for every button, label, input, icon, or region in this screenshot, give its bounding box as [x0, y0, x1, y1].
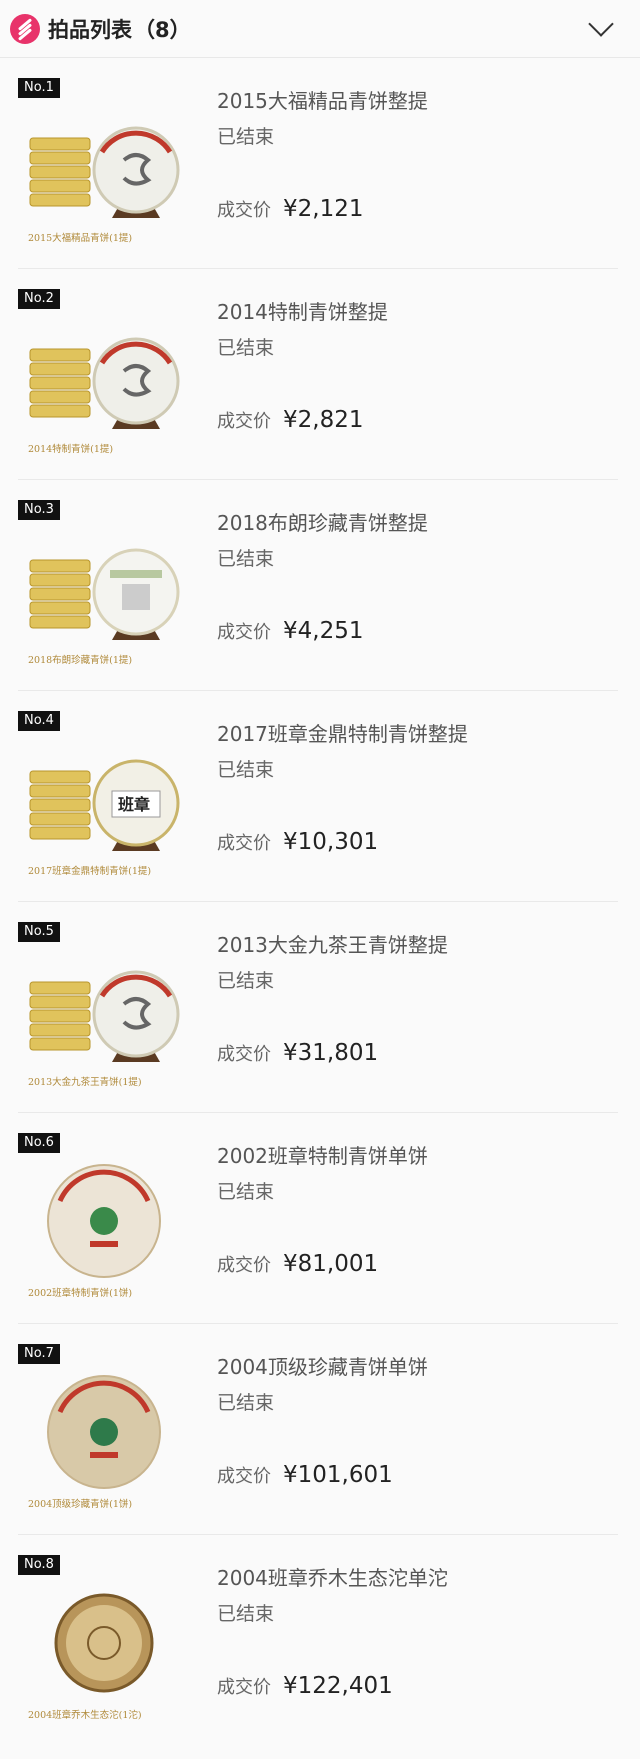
- lot-info: 2004顶级珍藏青饼单饼 已结束 成交价 ¥101,601: [193, 1344, 618, 1534]
- image-caption: 2015大福精品青饼(1提): [28, 233, 133, 244]
- deal-price: ¥31,801: [283, 1040, 379, 1066]
- price-row: 成交价 ¥10,301: [217, 829, 618, 855]
- lot-name[interactable]: 2014特制青饼整提: [217, 299, 618, 325]
- lot-item[interactable]: No.5 2013大金九茶王青饼(1提) 2013大金九茶王青饼整提 已结束 成…: [18, 902, 618, 1113]
- lot-name[interactable]: 2004顶级珍藏青饼单饼: [217, 1354, 618, 1380]
- lot-number-badge: No.5: [18, 922, 60, 942]
- lot-number-badge: No.7: [18, 1344, 60, 1364]
- lot-status: 已结束: [217, 126, 275, 148]
- lot-item[interactable]: No.4 班章 2017班章金鼎特制青饼(1提) 2017班章金鼎特制青饼整提 …: [18, 691, 618, 902]
- price-row: 成交价 ¥2,821: [217, 407, 618, 433]
- lot-name[interactable]: 2002班章特制青饼单饼: [217, 1143, 618, 1169]
- price-label: 成交价: [217, 200, 271, 221]
- lot-thumbnail[interactable]: No.5 2013大金九茶王青饼(1提): [18, 922, 193, 1092]
- lot-status: 已结束: [217, 1392, 275, 1414]
- lot-thumbnail[interactable]: No.7 2004顶级珍藏青饼(1饼): [18, 1344, 193, 1514]
- chevron-down-icon[interactable]: [588, 10, 614, 37]
- lot-item[interactable]: No.1 2015大福精品青饼(1提) 2015大福精品青饼整提 已结束 成交价…: [18, 58, 618, 269]
- lot-item[interactable]: No.7 2004顶级珍藏青饼(1饼) 2004顶级珍藏青饼单饼 已结束 成交价…: [18, 1324, 618, 1535]
- deal-price: ¥10,301: [283, 829, 379, 855]
- page-title-text: 拍品列表: [48, 17, 132, 42]
- image-caption: 2013大金九茶王青饼(1提): [28, 1077, 142, 1088]
- price-row: 成交价 ¥122,401: [217, 1673, 618, 1699]
- lot-info: 2002班章特制青饼单饼 已结束 成交价 ¥81,001: [193, 1133, 618, 1323]
- lot-name[interactable]: 2017班章金鼎特制青饼整提: [217, 721, 618, 747]
- lot-info: 2013大金九茶王青饼整提 已结束 成交价 ¥31,801: [193, 922, 618, 1112]
- price-row: 成交价 ¥2,121: [217, 196, 618, 222]
- lot-thumbnail[interactable]: No.8 2004班章乔木生态沱(1沱): [18, 1555, 193, 1725]
- lot-item[interactable]: No.2 2014特制青饼(1提) 2014特制青饼整提 已结束 成交价 ¥2,…: [18, 269, 618, 480]
- price-row: 成交价 ¥31,801: [217, 1040, 618, 1066]
- deal-price: ¥2,121: [283, 196, 364, 222]
- lot-info: 2017班章金鼎特制青饼整提 已结束 成交价 ¥10,301: [193, 711, 618, 901]
- image-caption: 2014特制青饼(1提): [28, 444, 114, 455]
- lot-item[interactable]: No.6 2002班章特制青饼(1饼) 2002班章特制青饼单饼 已结束 成交价…: [18, 1113, 618, 1324]
- image-caption: 2018布朗珍藏青饼(1提): [28, 655, 133, 666]
- price-label: 成交价: [217, 1255, 271, 1276]
- image-caption: 2002班章特制青饼(1饼): [28, 1288, 133, 1299]
- lot-info: 2004班章乔木生态沱单沱 已结束 成交价 ¥122,401: [193, 1555, 618, 1746]
- price-row: 成交价 ¥81,001: [217, 1251, 618, 1277]
- page-title: 拍品列表 （8）: [48, 14, 191, 44]
- lot-name[interactable]: 2004班章乔木生态沱单沱: [217, 1565, 618, 1591]
- lot-thumbnail[interactable]: No.2 2014特制青饼(1提): [18, 289, 193, 459]
- lot-name[interactable]: 2013大金九茶王青饼整提: [217, 932, 618, 958]
- price-row: 成交价 ¥101,601: [217, 1462, 618, 1488]
- lot-status: 已结束: [217, 759, 275, 781]
- seal-text: 班章: [117, 795, 150, 814]
- lot-name[interactable]: 2018布朗珍藏青饼整提: [217, 510, 618, 536]
- deal-price: ¥4,251: [283, 618, 364, 644]
- image-caption: 2004顶级珍藏青饼(1饼): [28, 1499, 133, 1510]
- price-label: 成交价: [217, 833, 271, 854]
- lot-number-badge: No.2: [18, 289, 60, 309]
- lot-list-header: 拍品列表 （8）: [0, 0, 640, 58]
- price-label: 成交价: [217, 622, 271, 643]
- lot-number-badge: No.4: [18, 711, 60, 731]
- lot-item[interactable]: No.8 2004班章乔木生态沱(1沱) 2004班章乔木生态沱单沱 已结束 成…: [18, 1535, 618, 1746]
- lot-number-badge: No.1: [18, 78, 60, 98]
- lot-number-badge: No.8: [18, 1555, 60, 1575]
- deal-price: ¥2,821: [283, 407, 364, 433]
- lot-thumbnail[interactable]: No.6 2002班章特制青饼(1饼): [18, 1133, 193, 1303]
- lot-status: 已结束: [217, 337, 275, 359]
- lot-status: 已结束: [217, 1181, 275, 1203]
- lot-thumbnail[interactable]: No.4 班章 2017班章金鼎特制青饼(1提): [18, 711, 193, 881]
- lot-item[interactable]: No.3 2018布朗珍藏青饼(1提) 2018布朗珍藏青饼整提 已结束 成交价…: [18, 480, 618, 691]
- lot-number-badge: No.3: [18, 500, 60, 520]
- price-label: 成交价: [217, 1044, 271, 1065]
- price-label: 成交价: [217, 1466, 271, 1487]
- lot-count: （8）: [134, 17, 191, 42]
- lot-status: 已结束: [217, 970, 275, 992]
- price-label: 成交价: [217, 1677, 271, 1698]
- lot-number-badge: No.6: [18, 1133, 60, 1153]
- lot-status: 已结束: [217, 548, 275, 570]
- lot-status: 已结束: [217, 1603, 275, 1625]
- price-label: 成交价: [217, 411, 271, 432]
- lot-list: No.1 2015大福精品青饼(1提) 2015大福精品青饼整提 已结束 成交价…: [0, 58, 618, 1746]
- lot-info: 2014特制青饼整提 已结束 成交价 ¥2,821: [193, 289, 618, 479]
- lot-thumbnail[interactable]: No.1 2015大福精品青饼(1提): [18, 78, 193, 248]
- image-caption: 2004班章乔木生态沱(1沱): [28, 1710, 142, 1721]
- lot-name[interactable]: 2015大福精品青饼整提: [217, 88, 618, 114]
- lot-thumbnail[interactable]: No.3 2018布朗珍藏青饼(1提): [18, 500, 193, 670]
- lot-info: 2018布朗珍藏青饼整提 已结束 成交价 ¥4,251: [193, 500, 618, 690]
- deal-price: ¥81,001: [283, 1251, 379, 1277]
- image-caption: 2017班章金鼎特制青饼(1提): [28, 866, 152, 877]
- lot-info: 2015大福精品青饼整提 已结束 成交价 ¥2,121: [193, 78, 618, 268]
- price-row: 成交价 ¥4,251: [217, 618, 618, 644]
- app-logo-icon: [10, 13, 40, 44]
- deal-price: ¥122,401: [283, 1673, 393, 1699]
- deal-price: ¥101,601: [283, 1462, 393, 1488]
